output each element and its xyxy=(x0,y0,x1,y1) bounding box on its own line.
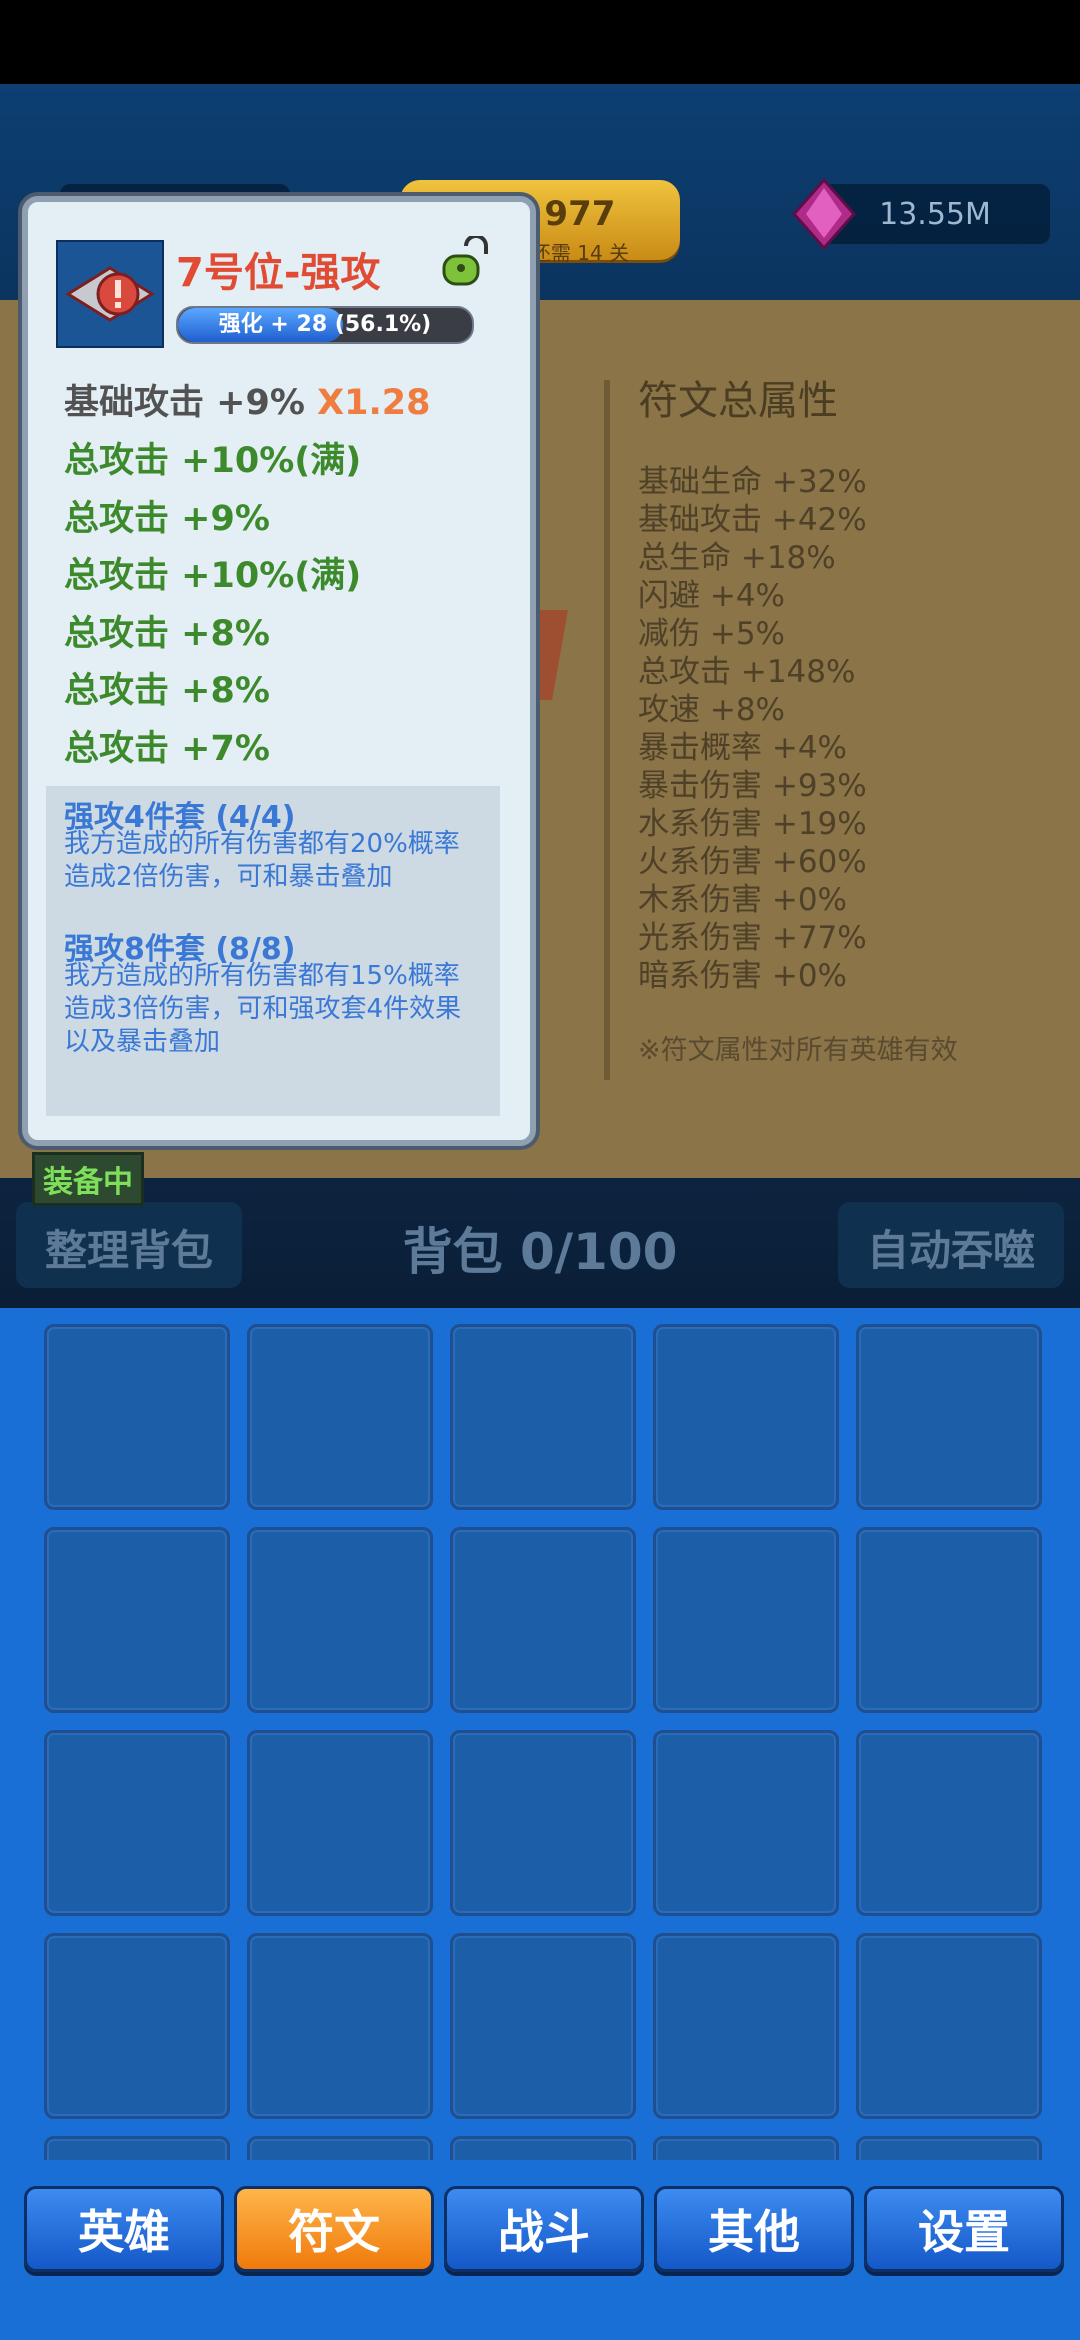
gem-amount: 13.55M xyxy=(879,196,991,232)
bag-slot[interactable] xyxy=(44,2136,230,2160)
stat-line: 总攻击 +7% xyxy=(64,728,270,769)
rune-attributes-title: 符文总属性 xyxy=(638,378,838,424)
bag-slot[interactable] xyxy=(856,1933,1042,2119)
rune-name: 7号位-强攻 xyxy=(176,250,381,296)
bag-slot[interactable] xyxy=(450,1527,636,1713)
bag-slot[interactable] xyxy=(247,1527,433,1713)
gem-icon xyxy=(792,178,856,250)
nav-tab[interactable]: 设置 xyxy=(864,2186,1064,2272)
enhance-progress-bar: 强化 + 28 (56.1%) xyxy=(176,306,474,344)
sort-bag-button[interactable]: 整理背包 xyxy=(16,1202,242,1292)
base-stat: 基础攻击 +9% xyxy=(64,383,305,423)
bag-slot[interactable] xyxy=(653,1324,839,1510)
bag-slot[interactable] xyxy=(44,1527,230,1713)
bag-slot[interactable] xyxy=(450,1730,636,1916)
bag-slot[interactable] xyxy=(450,1324,636,1510)
unlock-icon[interactable] xyxy=(440,236,492,288)
stat-line: 总攻击 +9% xyxy=(64,498,270,539)
stat-line: 总攻击 +10%(满) xyxy=(64,556,362,596)
rune-icon xyxy=(56,240,164,348)
bag-count: 背包 0/100 xyxy=(402,1223,678,1281)
rune-attribute-line: 暗系伤害 +0% xyxy=(638,958,848,994)
stat-line: 总攻击 +10%(满) xyxy=(64,441,362,481)
stat-multiplier: X1.28 xyxy=(317,383,431,423)
bag-grid xyxy=(0,1308,1080,2160)
bag-slot[interactable] xyxy=(653,1527,839,1713)
nav-tab[interactable]: 其他 xyxy=(654,2186,854,2272)
set-desc: 我方造成的所有伤害都有20%概率造成2倍伤害，可和暴击叠加 xyxy=(64,829,460,892)
set-desc: 我方造成的所有伤害都有15%概率造成3倍伤害，可和强攻套4件效果以及暴击叠加 xyxy=(64,961,462,1057)
bag-slot[interactable] xyxy=(450,2136,636,2160)
enhance-progress-label: 强化 + 28 (56.1%) xyxy=(218,312,432,337)
bag-slot[interactable] xyxy=(247,2136,433,2160)
bag-slot[interactable] xyxy=(856,1324,1042,1510)
status-bar xyxy=(0,0,1080,84)
bag-slot[interactable] xyxy=(653,2136,839,2160)
bag-slot[interactable] xyxy=(247,1324,433,1510)
nav-tab[interactable]: 符文 xyxy=(234,2186,434,2272)
base-stat-line: 基础攻击 +9% X1.28 xyxy=(64,374,430,425)
auto-devour-button[interactable]: 自动吞噬 xyxy=(838,1202,1064,1292)
equipped-tag: 装备中 xyxy=(32,1152,144,1206)
nav-tab[interactable]: 战斗 xyxy=(444,2186,644,2272)
bag-slot[interactable] xyxy=(653,1933,839,2119)
nav-tab[interactable]: 英雄 xyxy=(24,2186,224,2272)
bag-slot[interactable] xyxy=(247,1730,433,1916)
bag-slot[interactable] xyxy=(44,1933,230,2119)
stat-line: 总攻击 +8% xyxy=(64,613,270,654)
attr-divider xyxy=(604,380,610,1080)
bag-slot[interactable] xyxy=(44,1324,230,1510)
bag-slot[interactable] xyxy=(856,1527,1042,1713)
bag-slot[interactable] xyxy=(856,1730,1042,1916)
bag-slot[interactable] xyxy=(653,1730,839,1916)
bag-slot[interactable] xyxy=(44,1730,230,1916)
rune-symbol-icon xyxy=(65,266,155,322)
bag-slot[interactable] xyxy=(450,1933,636,2119)
bag-slot[interactable] xyxy=(856,2136,1042,2160)
stat-line: 总攻击 +8% xyxy=(64,671,270,711)
rune-attributes-note: ※符文属性对所有英雄有效 xyxy=(638,1035,958,1066)
bag-slot[interactable] xyxy=(247,1933,433,2119)
